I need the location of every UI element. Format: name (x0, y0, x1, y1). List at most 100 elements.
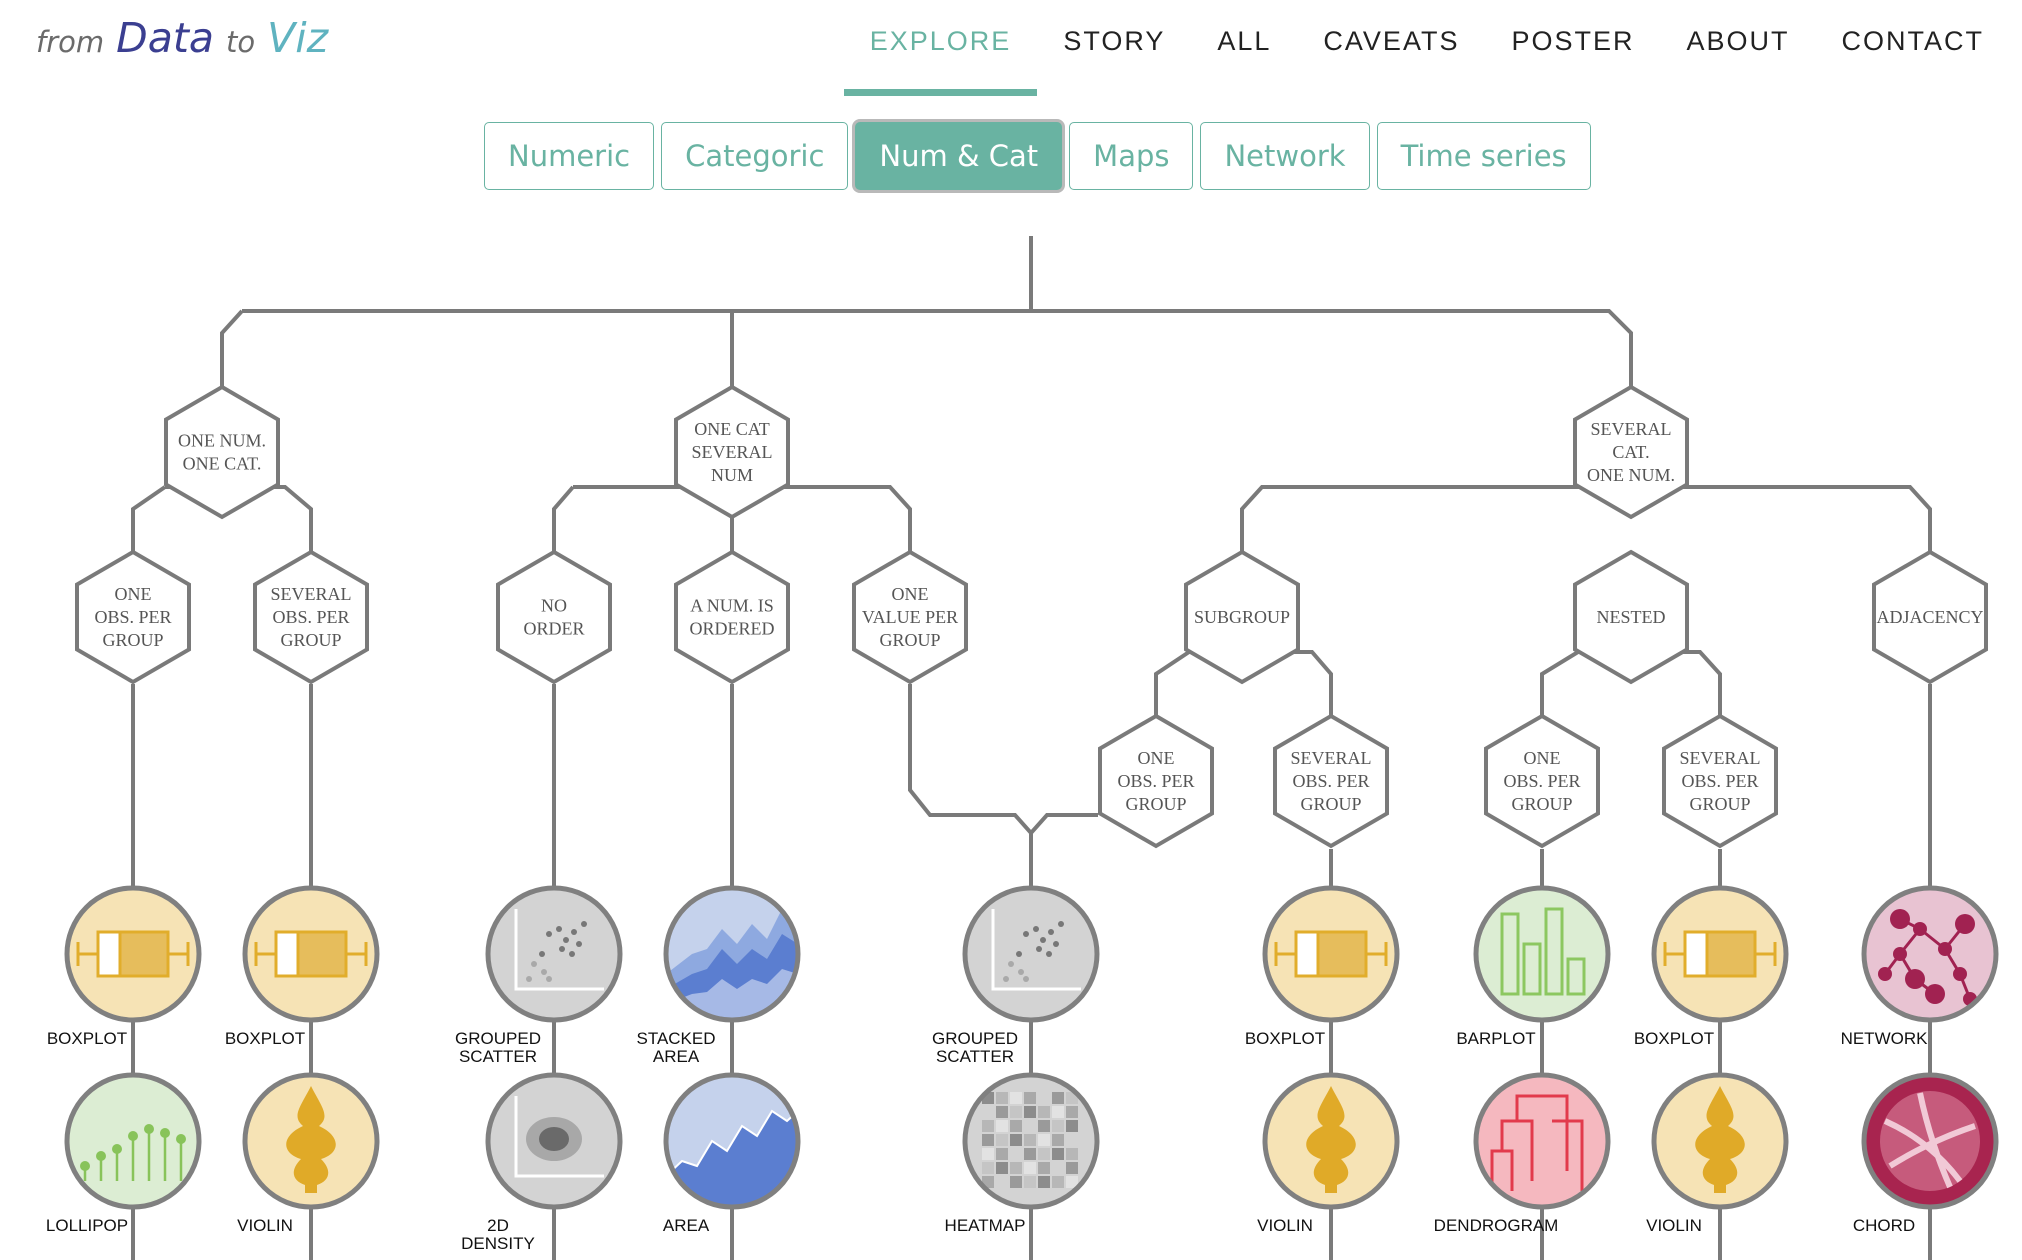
leaf-label: HEATMAP (945, 1216, 1026, 1235)
hexagon-h1[interactable]: ONE NUM. ONE CAT. (164, 384, 280, 520)
leaf-label: LOLLIPOP (46, 1216, 128, 1235)
hexagon-label: GROUP (1511, 794, 1572, 814)
hexagon-label: OBS. PER (1117, 771, 1194, 791)
leaf-label: STACKED (636, 1029, 715, 1048)
hexagon-label: ONE NUM. (178, 431, 266, 451)
hexagon-label: GROUP (1689, 794, 1750, 814)
leaf-network[interactable]: NETWORK (1841, 885, 1999, 1048)
hexagon-label: NUM (711, 465, 753, 485)
leaf-label: AREA (663, 1216, 710, 1235)
hexagon-label: ONE (1524, 748, 1561, 768)
leaf-label: BARPLOT (1456, 1029, 1535, 1048)
hexagon-h10[interactable]: NESTED (1573, 549, 1689, 685)
leaf-label: NETWORK (1841, 1029, 1929, 1048)
hexagon-h4[interactable]: ONE OBS. PER GROUP (75, 549, 191, 685)
decision-tree: ONE NUM. ONE CAT. ONE CAT SEVERAL NUM SEVERAL… (46, 236, 1999, 1260)
leaf-label: GROUPED (932, 1029, 1018, 1048)
hexagon-label: ORDER (523, 619, 584, 639)
leaf-stacked[interactable]: STACKEDAREA (636, 885, 801, 1066)
leaf-label: VIOLIN (237, 1216, 293, 1235)
connector-line (131, 485, 167, 560)
hexagon-label: GROUP (102, 630, 163, 650)
leaf-label: VIOLIN (1646, 1216, 1702, 1235)
hexagon-label: SEVERAL (1680, 748, 1761, 768)
leaf-label: BOXPLOT (225, 1029, 305, 1048)
leaf-boxplot[interactable]: BOXPLOT (47, 885, 202, 1048)
hexagon-label: GROUP (1300, 794, 1361, 814)
hexagon-label: OBS. PER (94, 607, 171, 627)
hexagon-label: GROUP (280, 630, 341, 650)
hexagon-label: ORDERED (690, 619, 775, 639)
hexagon-label: CAT. (1612, 442, 1649, 462)
hexagon-label: SUBGROUP (1194, 607, 1290, 627)
connector-line (242, 309, 1633, 390)
hexagon-label: ADJACENCY (1876, 607, 1983, 627)
connector-line (1240, 485, 1578, 560)
leaf-violin[interactable]: VIOLIN (1646, 1072, 1789, 1235)
hexagon-label: SEVERAL (692, 442, 773, 462)
hexagon-h5[interactable]: SEVERAL OBS. PER GROUP (253, 549, 369, 685)
hexagon-label: OBS. PER (1503, 771, 1580, 791)
hexagon-label: ONE (1138, 748, 1175, 768)
hexagon-h14[interactable]: ONE OBS. PER GROUP (1484, 713, 1600, 849)
hexagon-label: NO (541, 596, 567, 616)
hexagon-label: OBS. PER (1681, 771, 1758, 791)
leaf-label: CHORD (1853, 1216, 1915, 1235)
hexagon-h9[interactable]: SUBGROUP (1184, 549, 1300, 685)
hexagon-label: SEVERAL (271, 584, 352, 604)
hexagon-label: ONE (892, 584, 929, 604)
leaf-label: BOXPLOT (1634, 1029, 1714, 1048)
connector-line (1540, 650, 1580, 725)
leaf-heatmap[interactable]: HEATMAP (945, 1072, 1100, 1235)
leaf-scatter[interactable]: GROUPEDSCATTER (932, 885, 1100, 1066)
hexagon-label: A NUM. IS (690, 596, 774, 616)
leaf-density[interactable]: 2DDENSITY (461, 1072, 623, 1253)
hexagon-label: SEVERAL (1291, 748, 1372, 768)
leaf-boxplot[interactable]: BOXPLOT (1245, 885, 1400, 1048)
leaf-label: VIOLIN (1257, 1216, 1313, 1235)
leaf-label: BOXPLOT (47, 1029, 127, 1048)
leaf-boxplot[interactable]: BOXPLOT (225, 885, 380, 1048)
hexagon-h15[interactable]: SEVERAL OBS. PER GROUP (1662, 713, 1778, 849)
hexagon-h12[interactable]: ONE OBS. PER GROUP (1098, 713, 1214, 849)
hexagon-h13[interactable]: SEVERAL OBS. PER GROUP (1273, 713, 1389, 849)
leaf-dendrogram[interactable]: DENDROGRAM (1434, 1072, 1611, 1235)
hexagon-label: OBS. PER (1292, 771, 1369, 791)
hexagon-label: GROUP (879, 630, 940, 650)
connector-line (908, 684, 1098, 837)
heatmap-icon (982, 1092, 1078, 1188)
leaf-label: GROUPED (455, 1029, 541, 1048)
leaf-violin[interactable]: VIOLIN (1257, 1072, 1400, 1235)
leaf-lollipop[interactable]: LOLLIPOP (46, 1072, 202, 1235)
hexagon-label: ONE CAT (694, 419, 770, 439)
leaf-barplot[interactable]: BARPLOT (1456, 885, 1611, 1048)
leaf-label: SCATTER (936, 1047, 1014, 1066)
hexagon-h3[interactable]: SEVERAL CAT. ONE NUM. (1573, 384, 1689, 520)
hexagon-label: OBS. PER (272, 607, 349, 627)
hexagon-label: ONE CAT. (183, 454, 262, 474)
leaf-label: AREA (653, 1047, 700, 1066)
leaf-label: SCATTER (459, 1047, 537, 1066)
leaf-label: DENDROGRAM (1434, 1216, 1559, 1235)
leaf-label: 2D (487, 1216, 509, 1235)
leaf-chord[interactable]: CHORD (1853, 1072, 1999, 1235)
connector-line (1154, 650, 1191, 725)
hexagon-label: ONE NUM. (1587, 465, 1675, 485)
connector-line (552, 485, 575, 560)
leaf-label: DENSITY (461, 1234, 535, 1253)
leaf-violin[interactable]: VIOLIN (237, 1072, 380, 1235)
hexagon-h11[interactable]: ADJACENCY (1872, 549, 1988, 685)
hexagon-label: VALUE PER (862, 607, 958, 627)
hexagon-h6[interactable]: NO ORDER (496, 549, 612, 685)
connector-line (220, 309, 244, 390)
hexagon-h8[interactable]: ONE VALUE PER GROUP (852, 549, 968, 685)
leaf-boxplot[interactable]: BOXPLOT (1634, 885, 1789, 1048)
leaf-label: BOXPLOT (1245, 1029, 1325, 1048)
hexagon-label: NESTED (1597, 607, 1666, 627)
hexagon-label: SEVERAL (1591, 419, 1672, 439)
hexagon-h2[interactable]: ONE CAT SEVERAL NUM (674, 384, 790, 520)
leaf-scatter[interactable]: GROUPEDSCATTER (455, 885, 623, 1066)
hexagon-label: ONE (115, 584, 152, 604)
hexagon-label: GROUP (1125, 794, 1186, 814)
hexagon-h7[interactable]: A NUM. IS ORDERED (674, 549, 790, 685)
